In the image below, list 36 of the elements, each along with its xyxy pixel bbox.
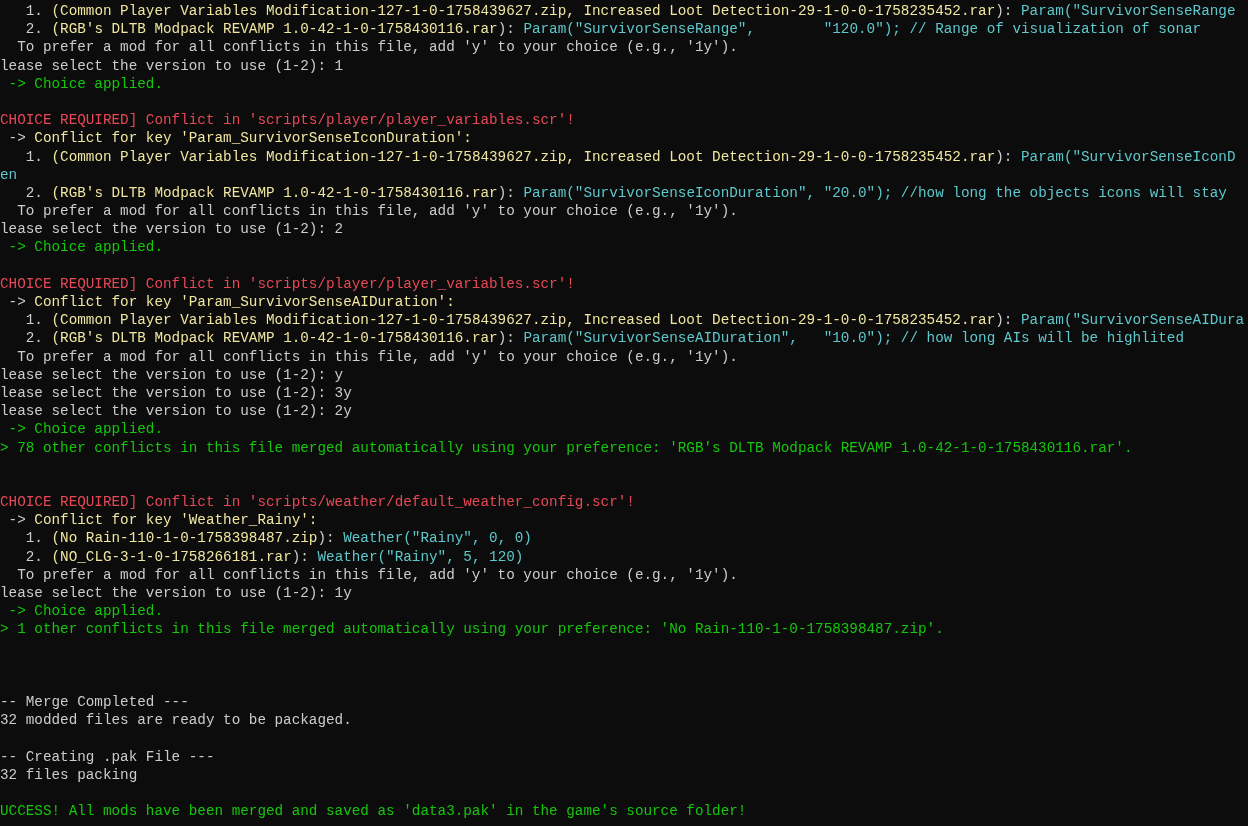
terminal-line: lease select the version to use (1-2): 2y (0, 402, 352, 421)
terminal-line: CHOICE REQUIRED] Conflict in 'scripts/player/player_variables.scr'! (0, 274, 575, 293)
terminal-line: 1. (Common Player Variables Modification-127-1-0-1758439627.zip, Increased Loot Detection-29-1-0-0-1758235452.rar): Param("SurvivorSenseRange (24, 2, 1236, 21)
terminal-line: > 1 other conflicts in this file merged automatically using your preference: 'No Rain-110-1-0-1758398487.zip'. (0, 620, 944, 639)
terminal-line: To prefer a mod for all conflicts in this file, add 'y' to your choice (e.g., '1y'). (16, 202, 738, 221)
terminal-line: lease select the version to use (1-2): 1y (0, 584, 352, 603)
terminal-line: -- Creating .pak File --- (0, 747, 215, 766)
terminal-line: 2. (RGB's DLTB Modpack REVAMP 1.0-42-1-0-1758430116.rar): Param("SurvivorSenseRange", "120.0"); // Range of visualization of sonar (24, 20, 1202, 39)
terminal-line: 2. (RGB's DLTB Modpack REVAMP 1.0-42-1-0-1758430116.rar): Param("SurvivorSenseAIDuration", "10.0"); // how long AIs will be highlited (24, 329, 1184, 348)
terminal-line: 32 modded files are ready to be packaged. (0, 711, 352, 730)
terminal-line: > 78 other conflicts in this file merged automatically using your preference: 'RGB's DLTB Modpack REVAMP 1.0-42-1-0-1758430116.rar'. (0, 438, 1133, 457)
terminal-line: UCCESS! All mods have been merged and saved as 'data3.pak' in the game's source folder! (0, 802, 747, 821)
terminal-line: To prefer a mod for all conflicts in this file, add 'y' to your choice (e.g., '1y'). (16, 347, 738, 366)
terminal-line: -> Choice applied. (7, 602, 163, 621)
terminal-line: lease select the version to use (1-2): 1 (0, 56, 344, 75)
terminal-line: -> Conflict for key 'Param_SurvivorSenseAIDuration': (7, 293, 455, 312)
terminal-line: To prefer a mod for all conflicts in this file, add 'y' to your choice (e.g., '1y'). (16, 38, 738, 57)
terminal-line: 2. (RGB's DLTB Modpack REVAMP 1.0-42-1-0-1758430116.rar): Param("SurvivorSenseIconDuration", "20.0"); //how long the objects icons will stay (24, 183, 1227, 203)
terminal-line: lease select the version to use (1-2): y (0, 365, 344, 384)
terminal-line: 32 files packing (0, 765, 138, 785)
terminal-line: -> Choice applied. (7, 420, 163, 439)
terminal-line: 1. (No Rain-110-1-0-1758398487.zip): Weather("Rainy", 0, 0) (24, 529, 532, 548)
terminal-line: -> Conflict for key 'Param_SurvivorSenseIconDuration': (7, 129, 472, 148)
terminal-line: To prefer a mod for all conflicts in this file, add 'y' to your choice (e.g., '1y'). (16, 565, 738, 584)
terminal-line: -> Choice applied. (7, 74, 163, 93)
terminal-line: -- Merge Completed --- (0, 693, 189, 712)
terminal-line: -> Choice applied. (7, 238, 163, 257)
terminal-line: CHOICE REQUIRED] Conflict in 'scripts/player/player_variables.scr'! (0, 111, 575, 130)
terminal-line: -> Conflict for key 'Weather_Rainy': (7, 511, 318, 530)
terminal-line: 1. (Common Player Variables Modification-127-1-0-1758439627.zip, Increased Loot Detection-29-1-0-0-1758235452.rar): Param("SurvivorSenseIconD (24, 147, 1236, 166)
terminal-line: 2. (NO_CLG-3-1-0-1758266181.rar): Weather("Rainy", 5, 120) (24, 547, 524, 566)
terminal-line: lease select the version to use (1-2): 2 (0, 220, 344, 239)
terminal-line: 1. (Common Player Variables Modification-127-1-0-1758439627.zip, Increased Loot Detection-29-1-0-0-1758235452.rar): Param("SurvivorSenseAIDura (24, 311, 1245, 330)
terminal-line: lease select the version to use (1-2): 3y (0, 383, 352, 403)
terminal-line: en (0, 165, 18, 184)
terminal-line: CHOICE REQUIRED] Conflict in 'scripts/weather/default_weather_config.scr'! (0, 493, 635, 512)
